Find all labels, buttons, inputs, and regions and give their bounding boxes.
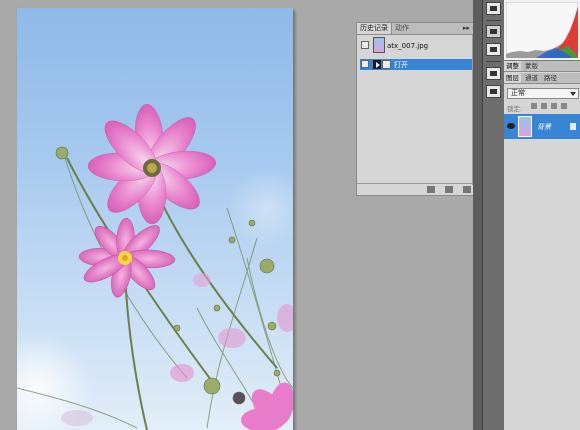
tab-channels[interactable]: 通道 xyxy=(523,73,540,83)
tab-actions[interactable]: 动作 xyxy=(392,23,412,34)
new-document-from-state-icon[interactable] xyxy=(427,186,435,193)
adjustments-tabbar: 调整 蒙版 xyxy=(504,61,580,72)
history-panel-tabbar: 历史记录 动作 ▸▸ ≡ xyxy=(357,23,481,35)
history-snapshot[interactable]: atx_007.jpg xyxy=(357,35,473,57)
tab-paths[interactable]: 路径 xyxy=(542,73,559,83)
history-list: 打开 xyxy=(360,59,472,185)
delete-state-icon[interactable] xyxy=(463,186,471,193)
blend-mode-value: 正常 xyxy=(511,89,525,97)
tab-adjustments[interactable]: 调整 xyxy=(504,61,521,71)
panel-dock-column xyxy=(482,0,504,430)
actions-panel-icon[interactable] xyxy=(486,43,501,56)
chevron-down-icon xyxy=(570,92,576,96)
layers-tabbar: 图层 通道 路径 xyxy=(504,73,580,84)
tab-masks[interactable]: 蒙版 xyxy=(523,61,540,71)
histogram-panel-icon[interactable] xyxy=(486,2,501,15)
dock-separator xyxy=(486,20,501,21)
tab-layers[interactable]: 图层 xyxy=(504,73,521,83)
lock-position-icon[interactable] xyxy=(551,103,557,109)
adjustments-panel-icon[interactable] xyxy=(486,67,501,80)
layer-thumbnail xyxy=(518,116,532,137)
layer-name: 背景 xyxy=(537,123,551,131)
history-panel: 历史记录 动作 ▸▸ ≡ atx_007.jpg 打开 xyxy=(356,22,482,196)
layer-row[interactable]: 背景 xyxy=(504,114,580,139)
blend-mode-select[interactable]: 正常 xyxy=(507,88,579,99)
snapshot-source-checkbox[interactable] xyxy=(361,41,369,49)
snapshot-thumbnail xyxy=(373,37,385,53)
history-brush-icon xyxy=(373,60,381,69)
lock-icon xyxy=(570,123,576,130)
snapshot-camera-icon[interactable] xyxy=(445,186,453,193)
histogram-graph xyxy=(506,2,578,58)
history-step-label: 打开 xyxy=(394,61,408,69)
history-source-checkbox[interactable] xyxy=(361,60,369,68)
history-step[interactable]: 打开 xyxy=(360,59,472,70)
open-document-icon xyxy=(382,60,391,69)
dock-separator xyxy=(486,61,501,62)
lock-options-row: 锁定: xyxy=(507,102,579,113)
eye-icon[interactable] xyxy=(507,123,515,129)
tab-history[interactable]: 历史记录 xyxy=(357,23,392,34)
history-panel-icon[interactable] xyxy=(486,25,501,38)
histogram-panel xyxy=(504,0,580,61)
right-panel-stack: 调整 蒙版 图层 通道 路径 正常 锁定: 背景 xyxy=(504,0,580,430)
lock-all-icon[interactable] xyxy=(561,103,567,109)
snapshot-label: atx_007.jpg xyxy=(387,42,429,50)
history-panel-footer xyxy=(357,183,481,195)
document-canvas[interactable] xyxy=(17,8,293,430)
cosmos-flower-photo xyxy=(17,104,293,430)
lock-transparency-icon[interactable] xyxy=(531,103,537,109)
masks-panel-icon[interactable] xyxy=(486,85,501,98)
lock-pixels-icon[interactable] xyxy=(541,103,547,109)
lock-label: 锁定: xyxy=(507,105,523,113)
